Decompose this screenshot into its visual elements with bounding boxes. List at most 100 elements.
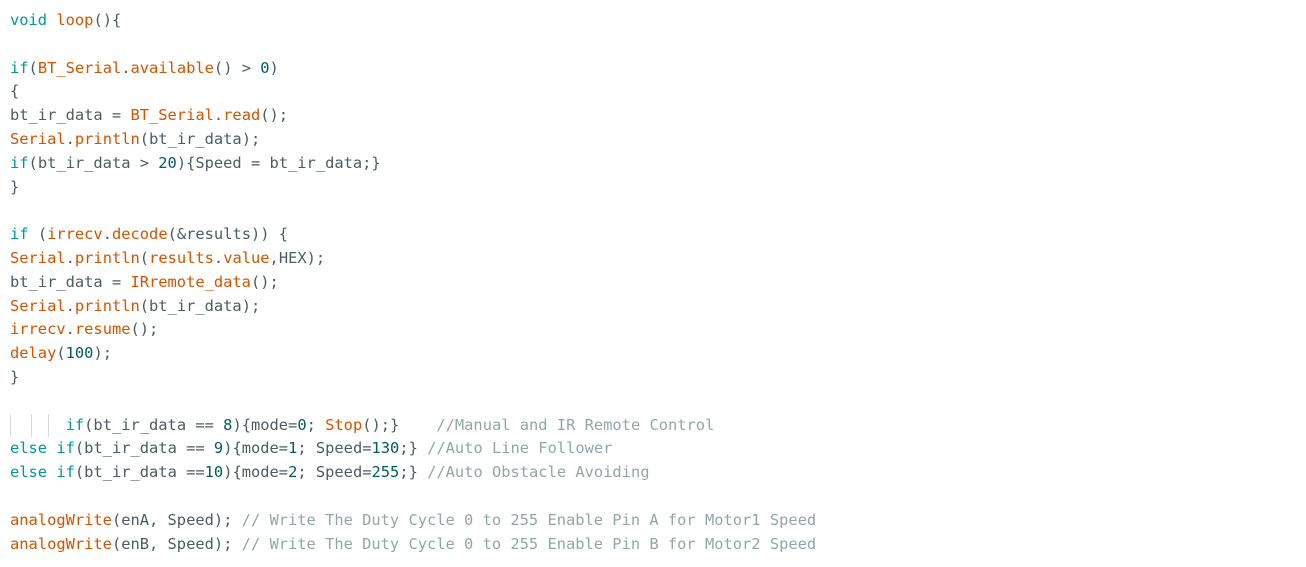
code-comment: // Write The Duty Cycle 0 to 255 Enable …: [241, 534, 817, 553]
code-token: ;}: [399, 439, 428, 458]
code-token: Serial: [10, 129, 66, 148]
code-line[interactable]: if (irrecv.decode(&results)) {: [0, 223, 1306, 247]
code-line[interactable]: delay(100);: [0, 342, 1306, 366]
code-token: 130: [371, 439, 400, 458]
code-token: value: [223, 248, 270, 267]
code-token: (bt_ir_data);: [139, 129, 261, 148]
code-token: (bt_ir_data >: [28, 153, 159, 172]
code-editor[interactable]: void loop(){ if(BT_Serial.available() > …: [0, 9, 1306, 556]
code-token: 20: [158, 153, 177, 172]
code-token: else: [10, 463, 48, 482]
code-token: ; Speed=: [297, 463, 372, 482]
code-token: void: [10, 11, 48, 29]
code-token: ){mode=: [223, 463, 289, 482]
code-line[interactable]: if(bt_ir_data > 20){Speed = bt_ir_data;}: [0, 152, 1306, 176]
code-token: bt_ir_data =: [10, 272, 131, 291]
code-line[interactable]: bt_ir_data = IRremote_data();: [0, 271, 1306, 295]
code-token: else: [10, 439, 48, 458]
code-token: () >: [213, 58, 261, 77]
code-token: 100: [65, 344, 94, 363]
code-token: delay: [10, 344, 57, 363]
code-token: println: [74, 296, 140, 315]
code-line[interactable]: {: [0, 80, 1306, 104]
code-token: println: [74, 129, 140, 148]
code-token: bt_ir_data =: [10, 106, 131, 125]
code-token: 0: [260, 58, 270, 77]
code-comment: //Auto Obstacle Avoiding: [427, 463, 650, 482]
code-comment: // Write The Duty Cycle 0 to 255 Enable …: [241, 510, 817, 529]
code-token: .: [65, 248, 75, 267]
code-token: decode: [111, 225, 168, 244]
indent-guide: [10, 413, 11, 438]
code-token: ();: [250, 272, 279, 291]
code-line[interactable]: analogWrite(enB, Speed); // Write The Du…: [0, 533, 1306, 557]
code-token: (: [56, 344, 66, 363]
code-token: .: [213, 106, 224, 125]
code-token: Stop: [325, 415, 363, 434]
code-token: ;}: [399, 463, 428, 482]
code-token: if: [65, 415, 85, 434]
code-token: results: [149, 248, 214, 267]
code-token: ;: [306, 415, 326, 434]
code-line[interactable]: [0, 199, 1306, 223]
code-token: );: [93, 344, 112, 363]
code-token: 0: [297, 415, 307, 434]
code-line[interactable]: else if(bt_ir_data ==10){mode=2; Speed=2…: [0, 461, 1306, 485]
code-token: .: [65, 320, 75, 339]
code-token: analogWrite: [10, 534, 112, 553]
code-line[interactable]: [0, 390, 1306, 414]
code-token: .: [121, 58, 131, 77]
code-token: Serial: [10, 296, 66, 315]
code-token: available: [130, 58, 214, 77]
code-token: ){mode=: [223, 439, 289, 458]
code-token: (bt_ir_data ==: [74, 439, 214, 458]
code-line[interactable]: irrecv.resume();: [0, 318, 1306, 342]
code-token: 255: [371, 463, 400, 482]
code-token: analogWrite: [10, 510, 112, 529]
code-line[interactable]: }: [0, 176, 1306, 200]
code-token: 1: [288, 439, 298, 458]
code-token: (: [28, 58, 38, 77]
code-token: .: [102, 225, 112, 244]
code-token: 2: [288, 463, 298, 482]
code-token: (&results)) {: [167, 225, 289, 244]
code-token: (enB, Speed);: [111, 534, 242, 553]
code-token: 10: [204, 463, 224, 482]
code-line[interactable]: bt_ir_data = BT_Serial.read();: [0, 104, 1306, 128]
code-line[interactable]: void loop(){: [0, 9, 1306, 33]
code-token: {: [10, 82, 20, 101]
code-token: ();}: [362, 415, 437, 434]
code-token: (: [139, 248, 150, 267]
code-token: if: [56, 439, 75, 458]
code-token: ,HEX);: [269, 248, 326, 267]
code-line[interactable]: [0, 485, 1306, 509]
code-token: irrecv: [10, 320, 66, 339]
code-line[interactable]: Serial.println(bt_ir_data);: [0, 295, 1306, 319]
code-token: if: [10, 153, 29, 172]
code-token: (enA, Speed);: [111, 510, 242, 529]
code-line[interactable]: if(bt_ir_data == 8){mode=0; Stop();} //M…: [0, 413, 1306, 438]
code-line[interactable]: else if(bt_ir_data == 9){mode=1; Speed=1…: [0, 437, 1306, 461]
code-line[interactable]: [0, 33, 1306, 57]
code-line[interactable]: analogWrite(enA, Speed); // Write The Du…: [0, 509, 1306, 533]
code-line[interactable]: if(BT_Serial.available() > 0): [0, 57, 1306, 81]
code-token: irrecv: [47, 225, 103, 244]
code-token: BT_Serial: [130, 106, 214, 125]
code-token: Serial: [10, 248, 66, 267]
code-token: .: [65, 129, 75, 148]
code-line[interactable]: Serial.println(bt_ir_data);: [0, 128, 1306, 152]
code-comment: //Auto Line Follower: [427, 439, 613, 458]
code-comment: //Manual and IR Remote Control: [436, 415, 715, 434]
code-line[interactable]: Serial.println(results.value,HEX);: [0, 247, 1306, 271]
code-line[interactable]: }: [0, 366, 1306, 390]
code-token: (bt_ir_data ==: [84, 415, 224, 434]
code-token: (: [28, 225, 48, 244]
code-token: ){mode=: [232, 415, 298, 434]
code-token: .: [65, 296, 75, 315]
code-token: read: [223, 106, 261, 125]
code-token: 9: [213, 439, 224, 458]
